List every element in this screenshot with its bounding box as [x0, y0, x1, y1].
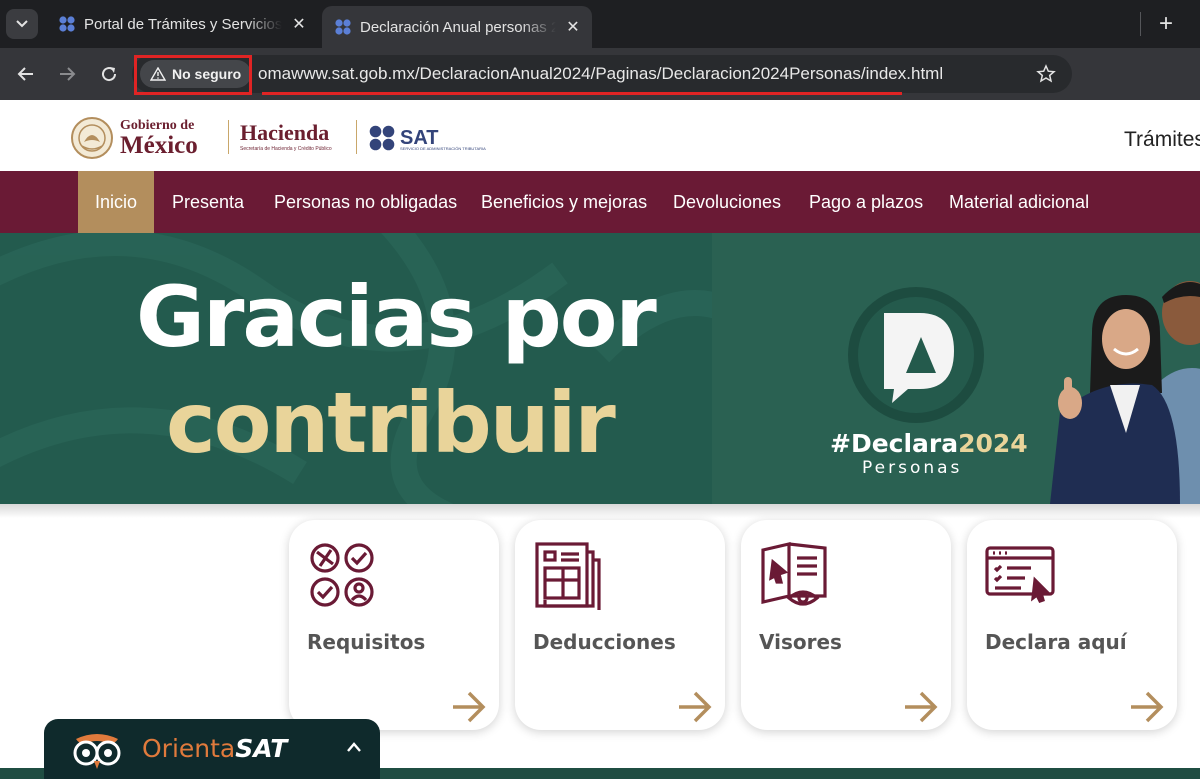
nav-item-inicio[interactable]: Inicio	[78, 171, 155, 233]
new-tab-icon[interactable]: +	[1152, 10, 1180, 38]
nav-item-material-adicional[interactable]: Material adicional	[949, 171, 1089, 233]
header-divider	[356, 120, 357, 154]
chevron-up-icon[interactable]	[346, 741, 362, 753]
hero-title-line1: Gracias por	[136, 268, 657, 366]
form-icon	[985, 546, 1055, 603]
card-visores[interactable]: Visores	[741, 520, 951, 730]
sat-logo[interactable]: SAT SERVICIO DE ADMINISTRACIÓN TRIBUTARI…	[368, 124, 486, 152]
back-icon[interactable]	[12, 60, 40, 88]
tab-title: Portal de Trámites y Servicios del SAT	[84, 15, 282, 33]
tab-divider	[1140, 12, 1141, 36]
gobierno-mexico-logo[interactable]: Gobierno de México	[70, 116, 198, 160]
gobierno-small-text: Gobierno de	[120, 117, 195, 133]
checklist-icon	[310, 543, 374, 607]
card-deducciones[interactable]: Deducciones	[515, 520, 725, 730]
card-label: Visores	[759, 630, 842, 654]
hashtag-prefix: #Declara	[830, 429, 959, 458]
nav-item-beneficios[interactable]: Beneficios y mejoras	[481, 171, 647, 233]
tab-strip: Portal de Trámites y Servicios del SAT ✕…	[0, 0, 1200, 48]
card-label: Deducciones	[533, 630, 676, 654]
sat-logo-icon	[369, 125, 395, 151]
card-declara-aqui[interactable]: Declara aquí	[967, 520, 1177, 730]
hero-people-image	[1050, 281, 1200, 504]
arrow-right-icon	[1131, 691, 1164, 723]
reload-icon[interactable]	[95, 60, 123, 88]
tramites-link[interactable]: Trámites	[1124, 128, 1200, 152]
forward-icon[interactable]	[53, 60, 81, 88]
url-text[interactable]: omawww.sat.gob.mx/DeclaracionAnual2024/P…	[258, 64, 943, 84]
header-divider	[228, 120, 229, 154]
declara-logo-icon	[848, 287, 984, 423]
arrow-right-icon	[905, 691, 938, 723]
hacienda-logo[interactable]: Hacienda Secretaría de Hacienda y Crédit…	[240, 120, 332, 152]
card-label: Requisitos	[307, 630, 426, 654]
hashtag-subtitle: Personas	[862, 458, 963, 478]
tab-portal-tramites[interactable]: Portal de Trámites y Servicios del SAT ✕	[46, 6, 318, 42]
arrow-right-icon	[453, 691, 486, 723]
card-label: Declara aquí	[985, 630, 1127, 654]
hacienda-subtitle: Secretaría de Hacienda y Crédito Público	[240, 146, 332, 152]
national-seal-icon	[71, 117, 113, 159]
sat-favicon-icon	[335, 19, 351, 35]
orienta-sat-label: OrientaSAT	[142, 735, 287, 763]
close-icon[interactable]: ✕	[290, 14, 308, 34]
gobierno-big-text: México	[120, 131, 198, 159]
hashtag-text: #Declara2024	[830, 429, 1028, 458]
hashtag-year: 2024	[958, 429, 1028, 458]
card-requisitos[interactable]: Requisitos	[289, 520, 499, 730]
main-nav: Inicio Presenta Personas no obligadas Be…	[0, 171, 1200, 233]
orienta-sat-widget[interactable]: OrientaSAT	[44, 719, 380, 779]
orienta-bold: SAT	[235, 734, 288, 763]
tab-search-icon[interactable]	[6, 9, 38, 39]
sat-favicon-icon	[59, 16, 75, 32]
nav-item-devoluciones[interactable]: Devoluciones	[673, 171, 781, 233]
owl-icon	[73, 734, 121, 769]
tab-title: Declaración Anual personas 2024	[360, 18, 556, 36]
hero-banner: Gracias por contribuir #Declara2024 Pers…	[0, 233, 1200, 504]
nav-item-presenta[interactable]: Presenta	[172, 171, 244, 233]
hero-shadow	[0, 504, 1200, 518]
nav-item-pago-a-plazos[interactable]: Pago a plazos	[809, 171, 923, 233]
sat-subtitle: SERVICIO DE ADMINISTRACIÓN TRIBUTARIA	[400, 146, 486, 151]
nav-item-personas-no-obligadas[interactable]: Personas no obligadas	[274, 171, 457, 233]
orienta-prefix: Orienta	[142, 734, 236, 763]
close-icon[interactable]: ✕	[564, 17, 582, 37]
viewer-icon	[761, 541, 827, 606]
receipt-icon	[535, 542, 601, 610]
bookmark-star-icon[interactable]	[1036, 64, 1056, 84]
hero-title-line2: contribuir	[166, 374, 616, 472]
arrow-right-icon	[679, 691, 712, 723]
security-highlight-box	[134, 55, 252, 95]
tab-declaracion-anual[interactable]: Declaración Anual personas 2024 ✕	[322, 6, 592, 48]
address-bar[interactable]: No seguro omawww.sat.gob.mx/DeclaracionA…	[132, 55, 1072, 93]
site-header: Gobierno de México Hacienda Secretaría d…	[0, 100, 1200, 171]
url-highlight-underline	[262, 92, 902, 95]
hacienda-name: Hacienda	[240, 120, 330, 145]
